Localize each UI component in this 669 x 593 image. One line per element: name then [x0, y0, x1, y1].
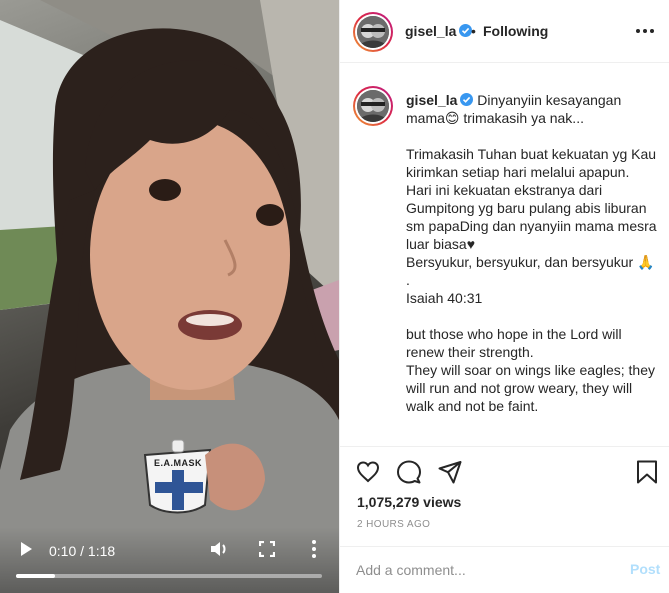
shirt-badge-text: E.A.MASK [153, 458, 202, 468]
avatar[interactable] [353, 12, 393, 52]
caption-username[interactable]: gisel_la [406, 92, 457, 108]
comment-icon[interactable] [396, 459, 422, 485]
comment-input[interactable] [356, 560, 596, 580]
post-header: gisel_la • Following [340, 0, 669, 63]
video-progress-bar[interactable] [16, 574, 322, 578]
verified-badge-icon [460, 92, 474, 106]
bookmark-icon[interactable] [634, 459, 660, 485]
post-actions: 1,075,279 views 2 HOURS AGO Post [340, 446, 669, 593]
caption-text: Dinyanyiin kesayangan mama😊 trimakasih y… [406, 92, 657, 414]
caption-section: gisel_la Dinyanyiin kesayangan mama😊 tri… [340, 63, 669, 446]
post-comment-button[interactable]: Post [630, 561, 660, 577]
view-count[interactable]: 1,075,279 views [357, 494, 461, 510]
post-side-panel: gisel_la • Following gisel_la Dinyanyiin… [339, 0, 669, 593]
header-username[interactable]: gisel_la [405, 23, 473, 39]
caption-avatar[interactable] [353, 86, 393, 126]
fullscreen-icon[interactable] [258, 540, 276, 558]
video-player[interactable]: E.A.MASK 0:10 / 1:18 [0, 0, 339, 593]
video-progress-fill [16, 574, 56, 578]
following-button[interactable]: Following [483, 23, 548, 39]
volume-icon[interactable] [209, 540, 229, 558]
play-icon[interactable] [18, 541, 34, 557]
post-timestamp[interactable]: 2 HOURS AGO [357, 519, 430, 530]
separator-dot: • [471, 23, 476, 39]
video-time-display: 0:10 / 1:18 [49, 543, 116, 559]
share-icon[interactable] [437, 459, 463, 485]
video-frame [0, 0, 339, 593]
comment-bar: Post [340, 546, 669, 593]
video-controls: 0:10 / 1:18 [0, 527, 339, 593]
post-caption: gisel_la Dinyanyiin kesayangan mama😊 tri… [406, 91, 658, 415]
more-vertical-icon[interactable] [309, 539, 319, 559]
username-text: gisel_la [405, 23, 457, 39]
heart-icon[interactable] [355, 459, 381, 485]
more-horizontal-icon[interactable] [634, 22, 656, 40]
